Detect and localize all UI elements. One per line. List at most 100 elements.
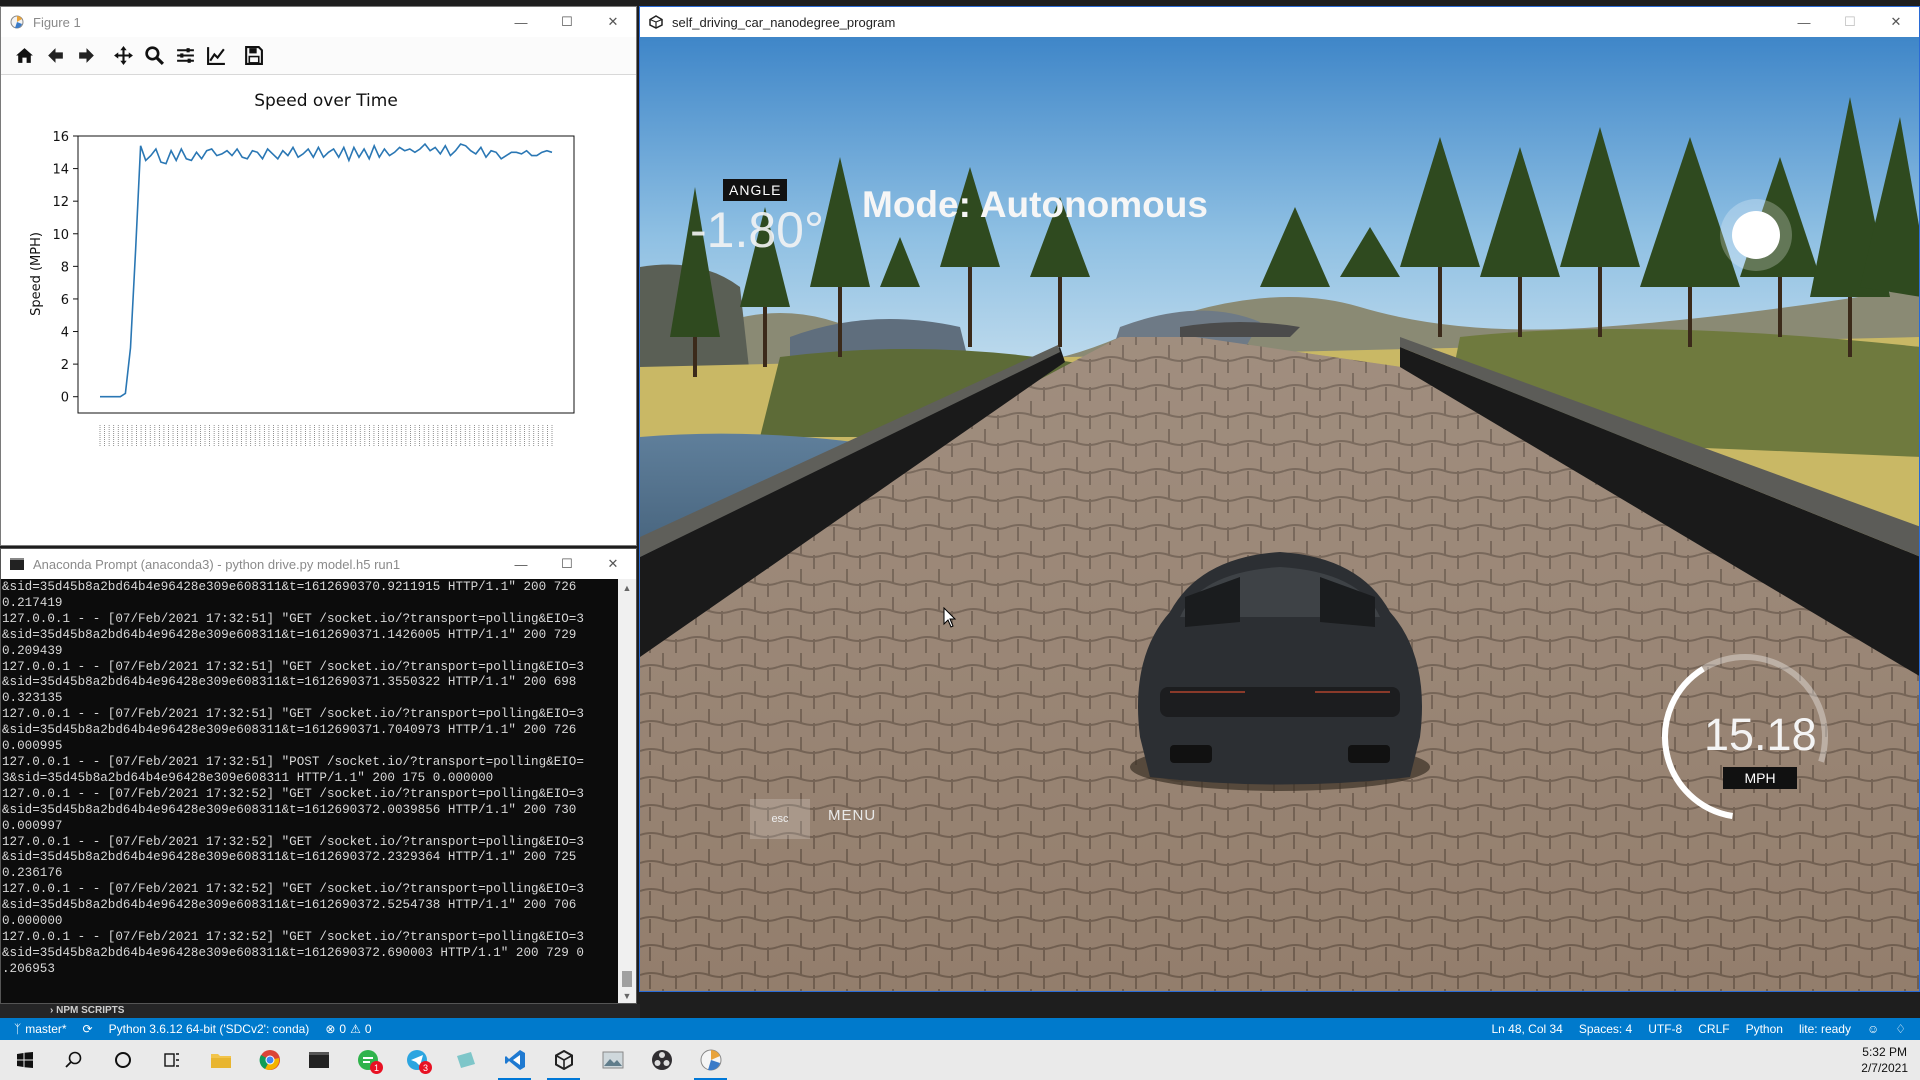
minimize-button[interactable]: — [498,7,544,37]
terminal-icon [9,556,25,572]
encoding[interactable]: UTF-8 [1640,1022,1690,1036]
branch-label: master* [25,1022,67,1036]
notification-bell-icon[interactable]: ♢ [1887,1022,1920,1036]
file-explorer-icon[interactable] [196,1040,245,1080]
back-arrow-icon[interactable] [42,42,69,69]
figure-window: Figure 1 — ☐ ✕ Speed over Time Speed (MP… [0,6,637,546]
language-mode[interactable]: Python [1738,1022,1791,1036]
branch-icon: ᛉ [14,1022,22,1036]
console-line: &sid=35d45b8a2bd64b4e96428e309e608311&t=… [2,898,577,913]
unity-icon[interactable] [539,1040,588,1080]
y-tick-label: 12 [52,195,69,210]
console-line: 3&sid=35d45b8a2bd64b4e96428e309e608311 H… [2,770,494,785]
console-line: 127.0.0.1 - - [07/Feb/2021 17:32:52] "GE… [2,929,584,944]
chat-app-icon[interactable]: 1 [343,1040,392,1080]
console-line: 0.000997 [2,818,63,833]
console-line: 0.209439 [2,643,63,658]
speed-chart: Speed over Time Speed (MPH) 0 2 4 6 8 10 12 14 1… [29,91,575,446]
window-title: self_driving_car_nanodegree_program [672,14,896,30]
zoom-icon[interactable] [141,42,168,69]
console-line: &sid=35d45b8a2bd64b4e96428e309e608311&t=… [2,675,577,690]
scroll-up-icon[interactable]: ▲ [618,579,636,597]
mouse-cursor-icon [943,606,957,634]
console-line: .206953 [2,961,55,976]
maximize-button[interactable]: ☐ [544,549,590,579]
pan-icon[interactable] [110,42,137,69]
console-output[interactable]: &sid=35d45b8a2bd64b4e96428e309e608311&t=… [1,579,619,1003]
notepad-icon[interactable] [441,1040,490,1080]
console-line: 0.217419 [2,595,63,610]
interpreter-label: Python 3.6.12 64-bit ('SDCv2': conda) [108,1022,310,1036]
window-title: Anaconda Prompt (anaconda3) - python dri… [33,556,401,572]
figure-titlebar[interactable]: Figure 1 — ☐ ✕ [1,7,636,37]
maximize-button[interactable]: ☐ [544,7,590,37]
close-button[interactable]: ✕ [590,549,636,579]
obs-icon[interactable] [637,1040,686,1080]
plot-area [77,135,575,414]
indentation[interactable]: Spaces: 4 [1571,1022,1640,1036]
console-line: 0.323135 [2,691,63,706]
vscode-icon[interactable] [490,1040,539,1080]
esc-button[interactable]: esc [750,799,810,839]
python-interpreter[interactable]: Python 3.6.12 64-bit ('SDCv2': conda) [101,1022,318,1036]
chat-badge: 1 [370,1061,383,1074]
task-view-icon[interactable] [147,1040,196,1080]
forward-arrow-icon[interactable] [73,42,100,69]
edit-axes-icon[interactable] [203,42,230,69]
problems-indicator[interactable]: ⊗ 0 ⚠ 0 [317,1022,379,1036]
sync-icon[interactable]: ⟳ [75,1022,101,1036]
system-clock[interactable]: 5:32 PM 2/7/2021 [1861,1044,1908,1076]
desktop: Figure 1 — ☐ ✕ Speed over Time Speed (MP… [0,0,1920,1080]
cmd-titlebar[interactable]: Anaconda Prompt (anaconda3) - python dri… [1,549,636,579]
cursor-position[interactable]: Ln 48, Col 34 [1483,1022,1570,1036]
save-icon[interactable] [240,42,267,69]
search-icon[interactable] [49,1040,98,1080]
y-tick-label: 2 [61,358,69,373]
y-tick-label: 8 [61,260,69,275]
line-ending[interactable]: CRLF [1690,1022,1737,1036]
home-icon[interactable] [11,42,38,69]
photos-icon[interactable] [588,1040,637,1080]
simulator-titlebar[interactable]: self_driving_car_nanodegree_program — ☐ … [640,7,1919,37]
error-count: 0 [339,1022,347,1036]
scroll-thumb[interactable] [622,971,632,987]
window-title: Figure 1 [33,14,81,30]
console-line: &sid=35d45b8a2bd64b4e96428e309e608311&t=… [2,580,577,594]
simulator-viewport[interactable]: ANGLE -1.80° Mode: Autonomous 15.18 MPH … [640,37,1919,991]
y-axis-label: Speed (MPH) [29,232,44,316]
telegram-badge: 3 [419,1061,432,1074]
y-tick-label: 14 [52,163,69,178]
close-button[interactable]: ✕ [1873,7,1919,37]
cortana-icon[interactable] [98,1040,147,1080]
speed-value: 15.18 [1704,709,1817,760]
console-line: 127.0.0.1 - - [07/Feb/2021 17:32:51] "GE… [2,611,584,626]
subplots-config-icon[interactable] [172,42,199,69]
scroll-down-icon[interactable]: ▼ [618,987,636,1003]
minimize-button[interactable]: — [498,549,544,579]
console-line: &sid=35d45b8a2bd64b4e96428e309e608311&t=… [2,802,577,817]
lint-status[interactable]: lite: ready [1791,1022,1859,1036]
terminal-icon[interactable] [294,1040,343,1080]
console-line: 127.0.0.1 - - [07/Feb/2021 17:32:51] "GE… [2,707,584,722]
y-tick-label: 6 [61,293,69,308]
start-icon[interactable] [0,1040,49,1080]
close-button[interactable]: ✕ [590,7,636,37]
unity-icon [648,14,664,30]
branch-indicator[interactable]: ᛉ master* [0,1022,75,1036]
menu-label[interactable]: MENU [828,807,876,824]
feedback-icon[interactable]: ☺ [1859,1022,1887,1036]
console-line: 127.0.0.1 - - [07/Feb/2021 17:32:51] "GE… [2,659,584,674]
maximize-button[interactable]: ☐ [1827,7,1873,37]
telegram-icon[interactable]: 3 [392,1040,441,1080]
console-line: 0.000000 [2,914,63,929]
y-tick-label: 4 [61,326,69,341]
console-line: &sid=35d45b8a2bd64b4e96428e309e608311&t=… [2,850,577,865]
matplotlib-icon[interactable] [686,1040,735,1080]
console-scrollbar[interactable]: ▲ ▼ [618,579,636,1003]
npm-scripts-panel[interactable]: › NPM SCRIPTS [0,1004,640,1018]
y-tick-label: 10 [52,228,69,243]
warning-count: 0 [364,1022,372,1036]
y-tick-label: 16 [52,130,69,145]
chrome-icon[interactable] [245,1040,294,1080]
minimize-button[interactable]: — [1781,7,1827,37]
